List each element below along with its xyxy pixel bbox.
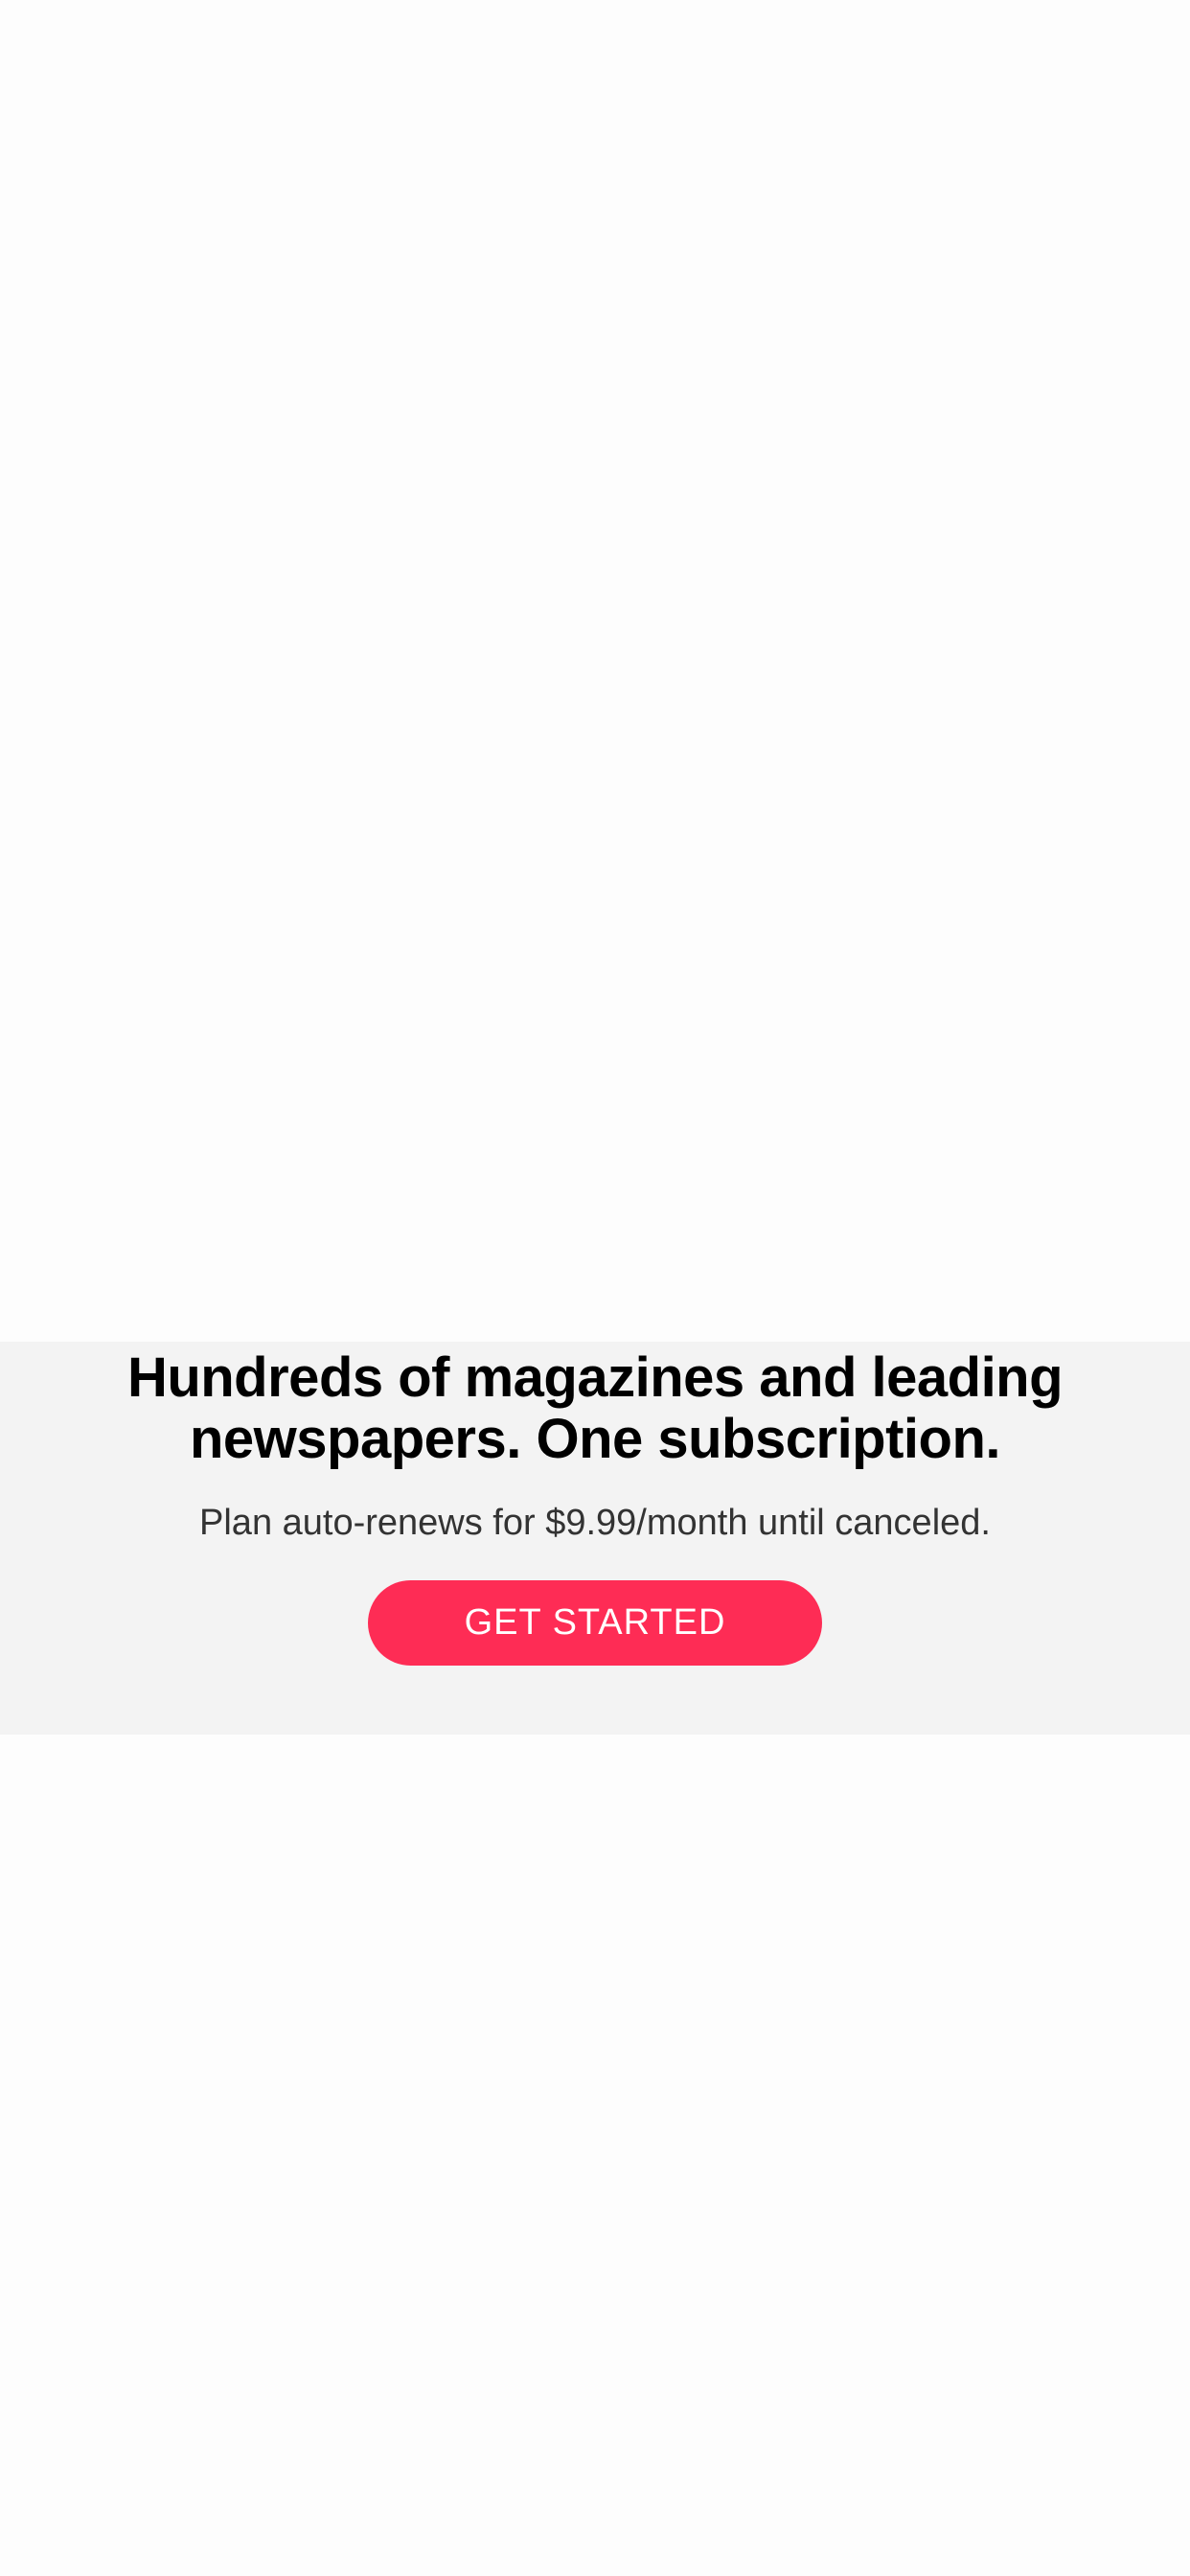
- plan-renewal-text: Plan auto-renews for $9.99/month until c…: [199, 1503, 991, 1543]
- promo-headline: Hundreds of magazines and leading newspa…: [126, 1346, 1064, 1470]
- content-placeholder-top: [0, 0, 1190, 1342]
- subscription-promo-panel: Hundreds of magazines and leading newspa…: [0, 1342, 1190, 1735]
- get-started-button[interactable]: GET STARTED: [368, 1580, 822, 1666]
- content-placeholder-bottom: [0, 1735, 1190, 2576]
